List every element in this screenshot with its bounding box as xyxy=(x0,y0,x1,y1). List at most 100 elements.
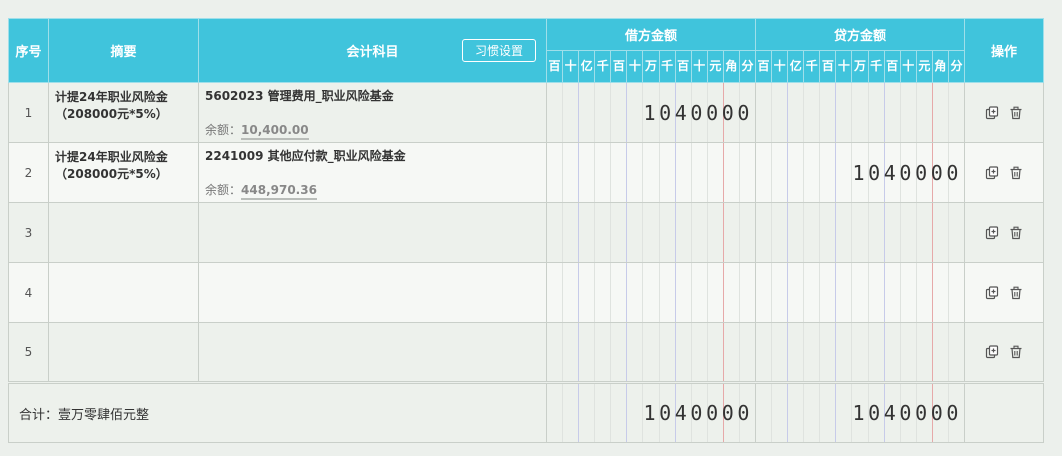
row-seq: 4 xyxy=(8,262,49,323)
row-seq: 3 xyxy=(8,202,49,263)
total-label: 合计：壹万零肆佰元整 xyxy=(8,381,547,443)
debit-amount-cell[interactable] xyxy=(546,202,756,263)
header-debit: 借方金额 xyxy=(546,18,756,51)
balance-value[interactable]: 10,400.00 xyxy=(241,123,309,140)
header-account: 会计科目 习惯设置 xyxy=(198,18,547,83)
digit-label: 千 xyxy=(804,51,821,82)
balance-value[interactable]: 448,970.36 xyxy=(241,183,317,200)
copy-icon[interactable] xyxy=(985,226,999,240)
digit-label: 万 xyxy=(852,51,869,82)
row-ops xyxy=(964,322,1044,383)
row-ops xyxy=(964,202,1044,263)
row-seq: 2 xyxy=(8,142,49,203)
digit-label: 亿 xyxy=(579,51,596,82)
amount-grid xyxy=(547,263,755,322)
credit-digits: 百十亿千百十万千百十元角分 xyxy=(756,51,964,82)
copy-icon[interactable] xyxy=(985,345,999,359)
trash-icon[interactable] xyxy=(1009,345,1023,359)
total-ops-empty xyxy=(964,381,1044,443)
amount-grid xyxy=(756,203,964,262)
digit-label: 分 xyxy=(741,59,754,73)
debit-digits: 百十亿千百十万千百十元角分 xyxy=(547,51,755,82)
account-balance: 余额：448,970.36 xyxy=(205,181,317,200)
digit-label: 元 xyxy=(708,51,724,82)
digit-label: 千 xyxy=(869,51,885,82)
digit-label: 分 xyxy=(950,59,963,73)
account-name: 2241009 其他应付款_职业风险基金 xyxy=(205,149,406,163)
table-row: 4 xyxy=(8,262,1044,323)
row-account[interactable]: 5602023 管理费用_职业风险基金 余额：10,400.00 xyxy=(198,82,547,143)
habit-settings-button[interactable]: 习惯设置 xyxy=(462,39,536,62)
amount-grid xyxy=(756,263,964,322)
digit-label: 角 xyxy=(724,51,740,82)
digit-label: 百 xyxy=(611,51,628,82)
credit-amount-cell[interactable]: 1040000 xyxy=(755,142,965,203)
row-account[interactable] xyxy=(198,322,547,383)
copy-icon[interactable] xyxy=(985,106,999,120)
trash-icon[interactable] xyxy=(1009,106,1023,120)
row-seq: 1 xyxy=(8,82,49,143)
row-summary[interactable] xyxy=(48,262,199,323)
total-debit-cell[interactable]: 1040000 xyxy=(546,381,756,443)
row-summary[interactable] xyxy=(48,202,199,263)
debit-amount-cell[interactable] xyxy=(546,262,756,323)
header-summary: 摘要 xyxy=(48,18,199,83)
digit-label: 元 xyxy=(917,51,933,82)
digit-label: 十 xyxy=(692,51,708,82)
row-account[interactable] xyxy=(198,202,547,263)
debit-amount-cell[interactable]: 1040000 xyxy=(546,82,756,143)
row-summary[interactable] xyxy=(48,322,199,383)
row-ops xyxy=(964,262,1044,323)
digit-label: 百 xyxy=(676,51,692,82)
copy-icon[interactable] xyxy=(985,166,999,180)
debit-amount-cell[interactable] xyxy=(546,322,756,383)
header-credit: 贷方金额 xyxy=(755,18,965,51)
digit-label: 角 xyxy=(933,51,949,82)
digit-label: 百 xyxy=(547,51,564,82)
amount-value: 1040000 xyxy=(852,401,962,425)
balance-label: 余额： xyxy=(205,123,242,137)
header-ops: 操作 xyxy=(964,18,1044,83)
digit-label: 十 xyxy=(563,51,580,82)
row-summary[interactable]: 计提24年职业风险金（208000元*5%） xyxy=(48,142,199,203)
row-ops xyxy=(964,142,1044,203)
digit-label: 百 xyxy=(756,51,773,82)
table-row: 5 xyxy=(8,322,1044,383)
trash-icon[interactable] xyxy=(1009,286,1023,300)
row-seq: 5 xyxy=(8,322,49,383)
digit-label: 百 xyxy=(820,51,837,82)
digit-label: 十 xyxy=(772,51,789,82)
row-summary[interactable]: 计提24年职业风险金（208000元*5%） xyxy=(48,82,199,143)
digit-label: 十 xyxy=(836,51,853,82)
debit-digit-header: 百十亿千百十万千百十元角分 xyxy=(546,50,756,83)
digit-label: 亿 xyxy=(788,51,805,82)
digit-label: 十 xyxy=(901,51,917,82)
debit-amount-cell[interactable] xyxy=(546,142,756,203)
digit-label: 十 xyxy=(627,51,644,82)
table-row: 1 计提24年职业风险金（208000元*5%）5602023 管理费用_职业风险… xyxy=(8,82,1044,143)
account-name: 5602023 管理费用_职业风险基金 xyxy=(205,89,394,103)
amount-grid xyxy=(756,323,964,381)
credit-amount-cell[interactable] xyxy=(755,202,965,263)
row-account[interactable] xyxy=(198,262,547,323)
credit-amount-cell[interactable] xyxy=(755,82,965,143)
credit-amount-cell[interactable] xyxy=(755,262,965,323)
header-account-label: 会计科目 xyxy=(346,45,399,60)
trash-icon[interactable] xyxy=(1009,166,1023,180)
credit-amount-cell[interactable] xyxy=(755,322,965,383)
credit-digit-header: 百十亿千百十万千百十元角分 xyxy=(755,50,965,83)
table-row: 3 xyxy=(8,202,1044,263)
trash-icon[interactable] xyxy=(1009,226,1023,240)
account-balance: 余额：10,400.00 xyxy=(205,121,309,140)
copy-icon[interactable] xyxy=(985,286,999,300)
amount-grid xyxy=(756,83,964,142)
digit-label: 千 xyxy=(660,51,676,82)
amount-value: 1040000 xyxy=(852,160,962,185)
total-credit-cell[interactable]: 1040000 xyxy=(755,381,965,443)
digit-label: 万 xyxy=(643,51,660,82)
row-account[interactable]: 2241009 其他应付款_职业风险基金 余额：448,970.36 xyxy=(198,142,547,203)
header-seq: 序号 xyxy=(8,18,49,83)
balance-label: 余额： xyxy=(205,183,242,197)
total-row: 合计：壹万零肆佰元整 1040000 1040000 xyxy=(8,381,1044,443)
table-row: 2 计提24年职业风险金（208000元*5%）2241009 其他应付款_职业风… xyxy=(8,142,1044,203)
